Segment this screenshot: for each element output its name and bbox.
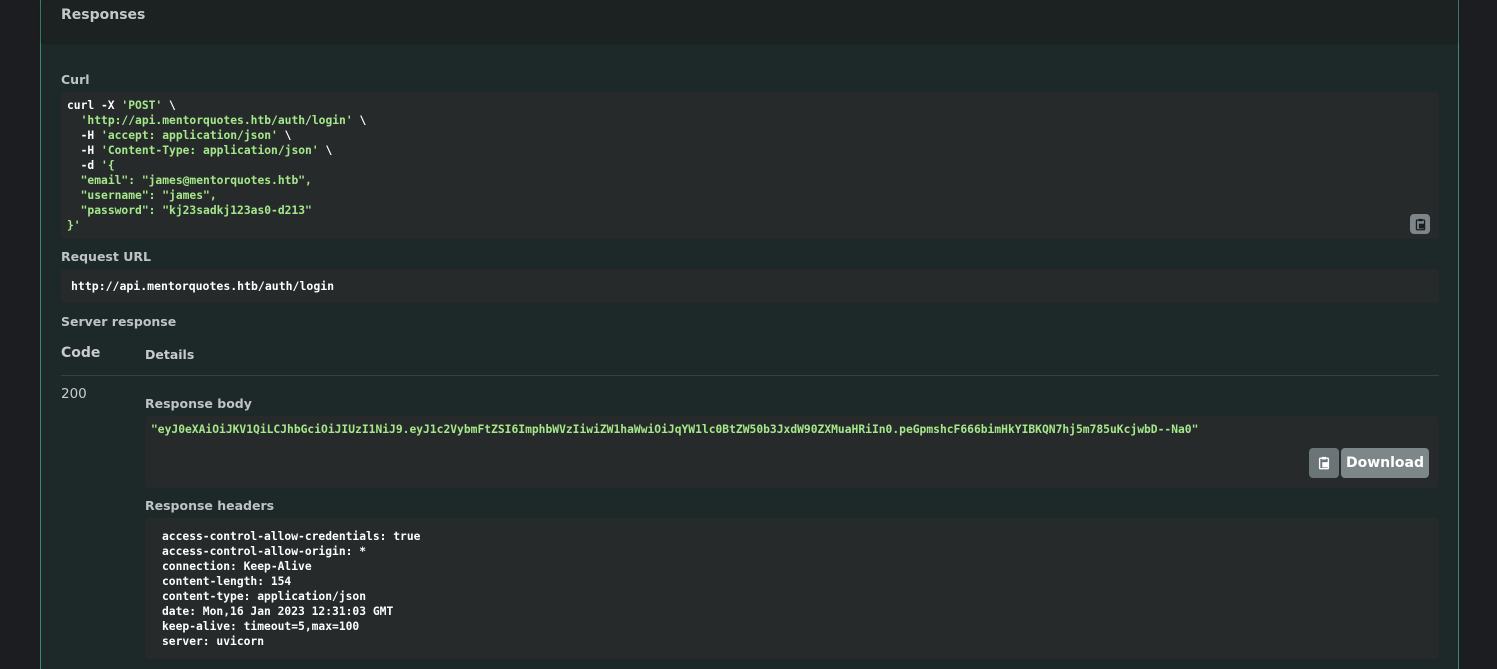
response-header-line: content-type: application/json <box>162 590 367 603</box>
response-header-line: content-length: 154 <box>162 575 292 588</box>
response-headers-block: access-control-allow-credentials: true a… <box>145 518 1439 659</box>
curl-line-string: 'Content-Type: application/json' <box>101 144 319 157</box>
response-body-label: Response body <box>145 396 252 411</box>
copy-response-button[interactable] <box>1309 448 1339 478</box>
curl-line-text: curl -X <box>67 99 122 112</box>
responses-title: Responses <box>61 7 146 23</box>
curl-line: 'http://api.mentorquotes.htb/auth/login'… <box>67 114 367 127</box>
response-header-line: access-control-allow-credentials: true <box>162 530 421 543</box>
curl-line-tail: \ <box>352 114 367 127</box>
server-response-label: Server response <box>61 314 177 329</box>
code-column-header: Code <box>61 345 101 361</box>
response-header-line: date: Mon,16 Jan 2023 12:31:03 GMT <box>162 605 394 618</box>
curl-line-string: 'accept: application/json' <box>101 129 278 142</box>
curl-line-string: 'POST' <box>121 99 163 112</box>
details-column-header: Details <box>145 347 195 362</box>
curl-line-text <box>67 174 81 187</box>
response-header-line: access-control-allow-origin: * <box>162 545 367 558</box>
response-header-line: server: uvicorn <box>162 635 265 648</box>
response-body-value: "eyJ0eXAiOiJKV1QiLCJhbGciOiJIUzI1NiJ9.ey… <box>151 423 1199 436</box>
response-header-line: connection: Keep-Alive <box>162 560 312 573</box>
table-divider <box>61 375 1439 376</box>
response-headers-value: access-control-allow-credentials: true a… <box>162 529 420 649</box>
curl-line-text: -d <box>67 159 102 172</box>
response-headers-label: Response headers <box>145 498 275 513</box>
curl-line-string: '{ <box>101 159 115 172</box>
curl-line-text: -H <box>67 129 102 142</box>
curl-line: -H 'accept: application/json' \ <box>67 129 292 142</box>
curl-line-string: }' <box>67 219 81 232</box>
responses-header: Responses <box>41 0 1458 42</box>
clipboard-icon <box>1415 218 1425 230</box>
curl-line-text <box>67 204 81 217</box>
curl-command: curl -X 'POST' \ 'http://api.mentorquote… <box>67 98 366 233</box>
curl-line: -d '{ <box>67 159 115 172</box>
curl-line-string: "password": "kj23sadkj123as0-d213" <box>80 204 312 217</box>
curl-line-string: 'http://api.mentorquotes.htb/auth/login' <box>80 114 353 127</box>
response-header-line: keep-alive: timeout=5,max=100 <box>162 620 360 633</box>
status-code: 200 <box>61 386 87 402</box>
download-button[interactable]: Download <box>1341 448 1429 478</box>
request-url-value: http://api.mentorquotes.htb/auth/login <box>71 279 335 293</box>
curl-line-tail: \ <box>162 99 176 112</box>
curl-line-text <box>67 189 81 202</box>
response-body-block: "eyJ0eXAiOiJKV1QiLCJhbGciOiJIUzI1NiJ9.ey… <box>145 416 1439 488</box>
curl-line: "password": "kj23sadkj123as0-d213" <box>67 204 312 217</box>
curl-line: "email": "james@mentorquotes.htb", <box>67 174 312 187</box>
curl-line: }' <box>67 219 81 232</box>
curl-line-tail: \ <box>318 144 333 157</box>
curl-label: Curl <box>61 72 90 87</box>
curl-line-string: "email": "james@mentorquotes.htb", <box>80 174 312 187</box>
request-url-block: http://api.mentorquotes.htb/auth/login <box>61 269 1439 303</box>
curl-line-tail: \ <box>277 129 292 142</box>
curl-line: curl -X 'POST' \ <box>67 99 176 112</box>
clipboard-icon <box>1318 456 1330 470</box>
responses-panel: Responses Curl curl -X 'POST' \ 'http://… <box>40 0 1459 669</box>
request-url-label: Request URL <box>61 249 151 264</box>
copy-curl-button[interactable] <box>1410 214 1430 234</box>
curl-line: -H 'Content-Type: application/json' \ <box>67 144 333 157</box>
curl-line-text <box>67 114 81 127</box>
curl-line: "username": "james", <box>67 189 217 202</box>
curl-line-string: "username": "james", <box>80 189 217 202</box>
curl-line-text: -H <box>67 144 102 157</box>
curl-code-block: curl -X 'POST' \ 'http://api.mentorquote… <box>61 92 1439 239</box>
